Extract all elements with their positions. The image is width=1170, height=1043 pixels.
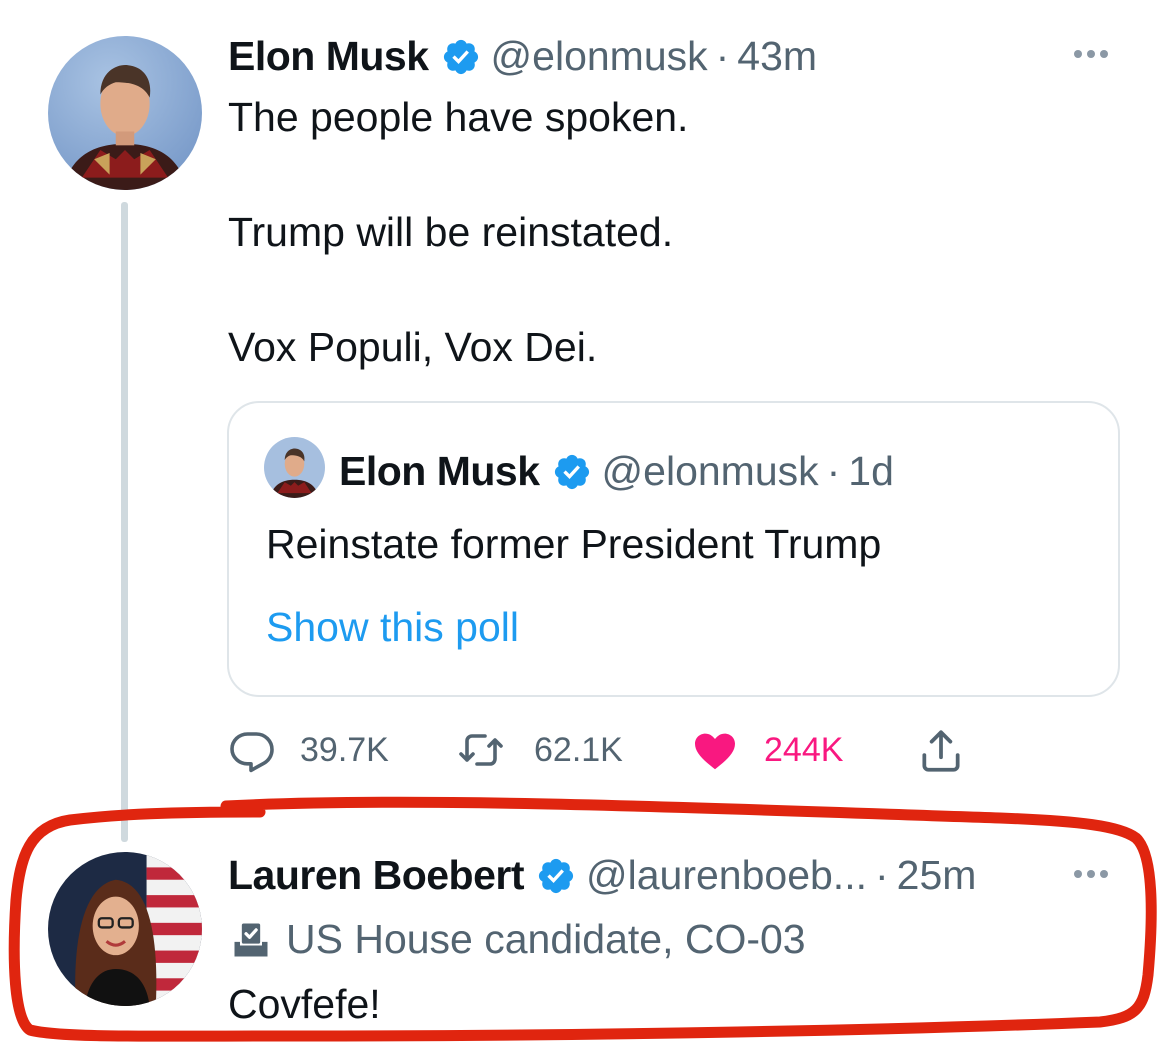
retweet-icon [459,734,503,766]
more-icon[interactable] [1074,50,1108,58]
candidate-label: US House candidate, CO-03 [286,916,806,962]
retweet-count: 62.1K [534,730,623,769]
elon-avatar[interactable] [48,36,202,190]
reply-author-name[interactable]: Lauren Boebert [228,855,525,896]
ballot-box-icon [234,923,268,956]
author-handle[interactable]: @elonmusk [491,36,708,77]
quoted-tweet-text: Reinstate former President Trump [266,521,882,567]
separator-dot: · [715,33,730,79]
quoted-author-name[interactable]: Elon Musk [339,451,540,492]
verified-badge-icon [443,39,478,74]
reply-author-handle[interactable]: @laurenboeb... [586,855,867,896]
reply-button[interactable]: 39.7K [228,726,389,774]
more-icon[interactable] [1074,870,1108,878]
reply-icon [230,732,274,773]
tweet-line: Vox Populi, Vox Dei. [228,324,598,370]
quoted-tweet-time[interactable]: 1d [848,451,894,492]
like-count: 244K [764,730,844,769]
separator-dot: · [826,448,841,494]
reply-tweet-time[interactable]: 25m [897,855,977,896]
like-button[interactable]: 244K [690,726,843,774]
tweet-time[interactable]: 43m [737,36,817,77]
quoted-elon-avatar[interactable] [264,437,325,498]
verified-badge-icon [554,454,589,489]
share-icon [922,730,960,772]
author-name[interactable]: Elon Musk [228,36,429,77]
separator-dot: · [874,852,889,898]
lauren-avatar[interactable] [48,852,202,1006]
retweet-button[interactable]: 62.1K [454,726,623,774]
heart-icon [695,733,735,770]
reply-tweet-text: Covfefe! [228,981,381,1027]
verified-badge-icon [538,858,574,893]
reply-count: 39.7K [300,730,389,769]
show-poll-link[interactable]: Show this poll [266,604,519,651]
share-button[interactable] [916,726,966,776]
tweet-line: Trump will be reinstated. [228,209,674,255]
thread-line [121,202,128,842]
quoted-author-handle[interactable]: @elonmusk [602,451,819,492]
tweet-line: The people have spoken. [228,94,689,140]
